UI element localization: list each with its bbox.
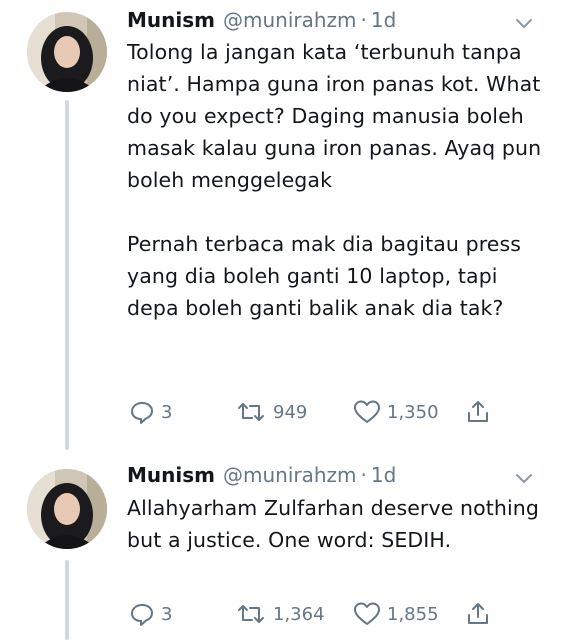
reply-button[interactable]: 3 bbox=[129, 600, 172, 628]
share-button[interactable] bbox=[465, 600, 497, 628]
separator-dot: · bbox=[360, 8, 367, 32]
tweet-header: Munism @munirahzm · 1d bbox=[127, 461, 396, 489]
tweet-header: Munism @munirahzm · 1d bbox=[127, 6, 396, 34]
avatar-image bbox=[27, 469, 107, 549]
user-handle[interactable]: @munirahzm bbox=[223, 6, 357, 34]
retweet-icon bbox=[238, 605, 264, 623]
display-name[interactable]: Munism bbox=[127, 461, 215, 489]
timestamp[interactable]: 1d bbox=[371, 461, 396, 489]
reply-count: 3 bbox=[161, 401, 173, 423]
avatar-image bbox=[27, 12, 107, 92]
separator-dot: · bbox=[360, 463, 367, 487]
share-button[interactable] bbox=[465, 398, 497, 426]
like-icon bbox=[354, 400, 380, 423]
like-icon bbox=[354, 602, 380, 625]
like-button[interactable]: 1,350 bbox=[353, 398, 439, 426]
like-button[interactable]: 1,855 bbox=[353, 600, 439, 628]
avatar[interactable] bbox=[27, 469, 107, 549]
tweet[interactable]: Munism @munirahzm · 1d Allahyarham Zulfa… bbox=[0, 455, 561, 640]
share-icon bbox=[468, 401, 488, 422]
retweet-icon bbox=[238, 403, 264, 421]
like-count: 1,855 bbox=[387, 603, 439, 625]
reply-icon bbox=[131, 604, 153, 626]
tweet-text: Allahyarham Zulfarhan deserve nothing bu… bbox=[127, 496, 546, 552]
tweet-text: Tolong la jangan kata ‘terbunuh tanpa ni… bbox=[127, 40, 542, 320]
retweet-button[interactable]: 949 bbox=[235, 398, 307, 426]
tweet-actions: 3 1,364 1,855 bbox=[127, 600, 507, 628]
chevron-down-icon[interactable] bbox=[512, 467, 536, 491]
like-count: 1,350 bbox=[387, 401, 439, 423]
timestamp[interactable]: 1d bbox=[371, 6, 396, 34]
display-name[interactable]: Munism bbox=[127, 6, 215, 34]
reply-count: 3 bbox=[161, 603, 173, 625]
reply-button[interactable]: 3 bbox=[129, 398, 172, 426]
chevron-down-icon[interactable] bbox=[512, 12, 536, 36]
share-icon bbox=[468, 603, 488, 624]
retweet-count: 949 bbox=[273, 401, 308, 423]
reply-icon bbox=[131, 402, 153, 424]
avatar[interactable] bbox=[27, 12, 107, 92]
user-handle[interactable]: @munirahzm bbox=[223, 461, 357, 489]
retweet-button[interactable]: 1,364 bbox=[235, 600, 325, 628]
tweet[interactable]: Munism @munirahzm · 1d Tolong la jangan … bbox=[0, 0, 561, 450]
tweet-actions: 3 949 1,350 bbox=[127, 398, 507, 426]
retweet-count: 1,364 bbox=[273, 603, 325, 625]
